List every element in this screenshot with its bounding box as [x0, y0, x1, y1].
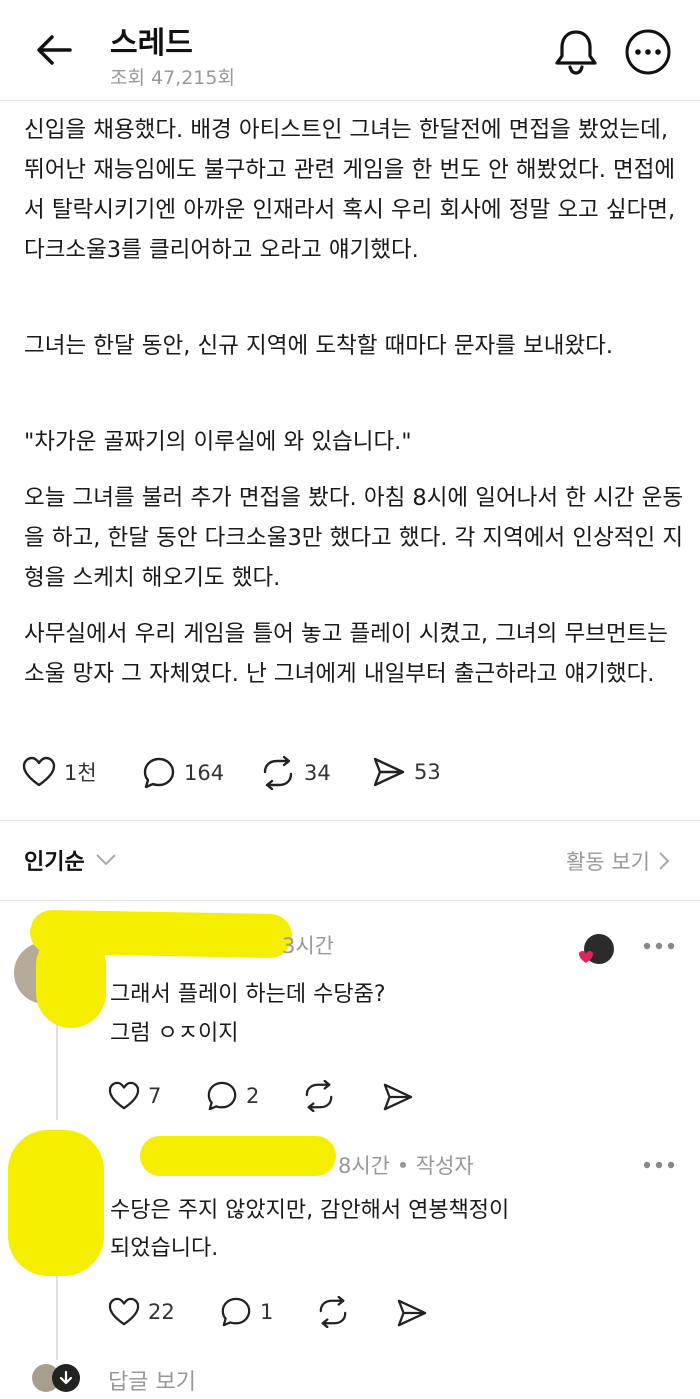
comment-reply-count: 1: [260, 1300, 274, 1324]
repost-icon[interactable]: [316, 1296, 350, 1328]
view-activity-link[interactable]: 활동 보기: [566, 846, 670, 876]
comment-text-line: 수당은 주지 않았지만, 감안해서 연봉책정이: [110, 1198, 510, 1223]
comment-text-line: 되었습니다.: [110, 1236, 219, 1261]
bell-icon[interactable]: [553, 28, 599, 76]
comment-reply-button[interactable]: 1: [220, 1296, 273, 1328]
redaction-mark: [140, 1136, 336, 1176]
post-paragraph: 사무실에서 우리 게임을 틀어 놓고 플레이 시켰고, 그녀의 무브먼트는 소울…: [24, 621, 668, 687]
more-dots-icon[interactable]: [642, 941, 676, 951]
comment-text-line: 그래서 플레이 하는데 수당줌?: [110, 982, 386, 1007]
heart-icon: [108, 1297, 140, 1326]
page-title: 스레드: [110, 26, 193, 61]
sort-dropdown[interactable]: 인기순: [24, 844, 117, 876]
comment-button[interactable]: 164: [142, 756, 224, 790]
header-divider: [0, 100, 700, 101]
chevron-right-icon: [659, 852, 670, 870]
view-replies-link[interactable]: 답글 보기: [108, 1364, 196, 1396]
reply-avatar-badge: [52, 1364, 80, 1392]
like-button[interactable]: 1천: [22, 756, 97, 788]
like-count: 1천: [64, 761, 97, 785]
chevron-down-icon: [96, 854, 116, 866]
activity-label: 활동 보기: [566, 850, 650, 874]
comment-reply-count: 2: [246, 1084, 260, 1108]
back-arrow-icon[interactable]: [34, 30, 74, 70]
comment-text-line: 그럼 ㅇㅈ이지: [110, 1021, 239, 1046]
view-count: 조회 47,215회: [110, 67, 235, 89]
more-dots-icon[interactable]: [642, 1160, 676, 1170]
send-icon[interactable]: [396, 1298, 428, 1328]
comment-like-button[interactable]: 7: [108, 1081, 161, 1111]
comment-bubble-icon: [207, 1081, 237, 1111]
share-button[interactable]: 53: [372, 756, 441, 788]
comment-time: 8시간 • 작성자: [338, 1154, 474, 1178]
comment-like-count: 7: [148, 1084, 162, 1108]
redaction-mark: [8, 1130, 104, 1276]
comment-like-button[interactable]: 22: [108, 1297, 175, 1327]
more-options-icon[interactable]: [624, 28, 672, 76]
arrow-down-icon: [59, 1370, 73, 1385]
comment-reply-button[interactable]: 2: [206, 1080, 259, 1112]
comments-divider: [0, 900, 700, 901]
send-icon[interactable]: [382, 1082, 414, 1112]
post-paragraph: 그녀는 한달 동안, 신규 지역에 도착할 때마다 문자를 보내왔다.: [24, 333, 614, 359]
redaction-mark: [36, 930, 106, 1028]
section-divider: [0, 820, 700, 821]
heart-icon: [22, 756, 56, 787]
repost-icon: [263, 756, 293, 790]
red-heart-icon: [579, 951, 593, 963]
repost-icon[interactable]: [302, 1080, 336, 1112]
repost-count: 34: [304, 761, 331, 785]
repost-button[interactable]: 34: [260, 756, 331, 790]
post-paragraph: 신입을 채용했다. 배경 아티스트인 그녀는 한달전에 면접을 봤었는데, 뛰어…: [24, 117, 676, 263]
comment-bubble-icon: [143, 757, 175, 789]
comment-like-count: 22: [148, 1300, 175, 1324]
comment-bubble-icon: [221, 1297, 251, 1327]
send-icon: [373, 757, 405, 787]
share-count: 53: [414, 760, 441, 784]
comment-count: 164: [184, 761, 225, 785]
heart-icon: [108, 1081, 140, 1110]
comment-time: 3시간: [282, 934, 335, 958]
post-paragraph: "차가운 골짜기의 이루실에 와 있습니다.": [24, 429, 412, 455]
sort-label: 인기순: [24, 850, 85, 875]
author-tag: • 작성자: [396, 1154, 474, 1178]
post-paragraph: 오늘 그녀를 불러 추가 면접을 봤다. 아침 8시에 일어나서 한 시간 운동…: [24, 485, 684, 591]
